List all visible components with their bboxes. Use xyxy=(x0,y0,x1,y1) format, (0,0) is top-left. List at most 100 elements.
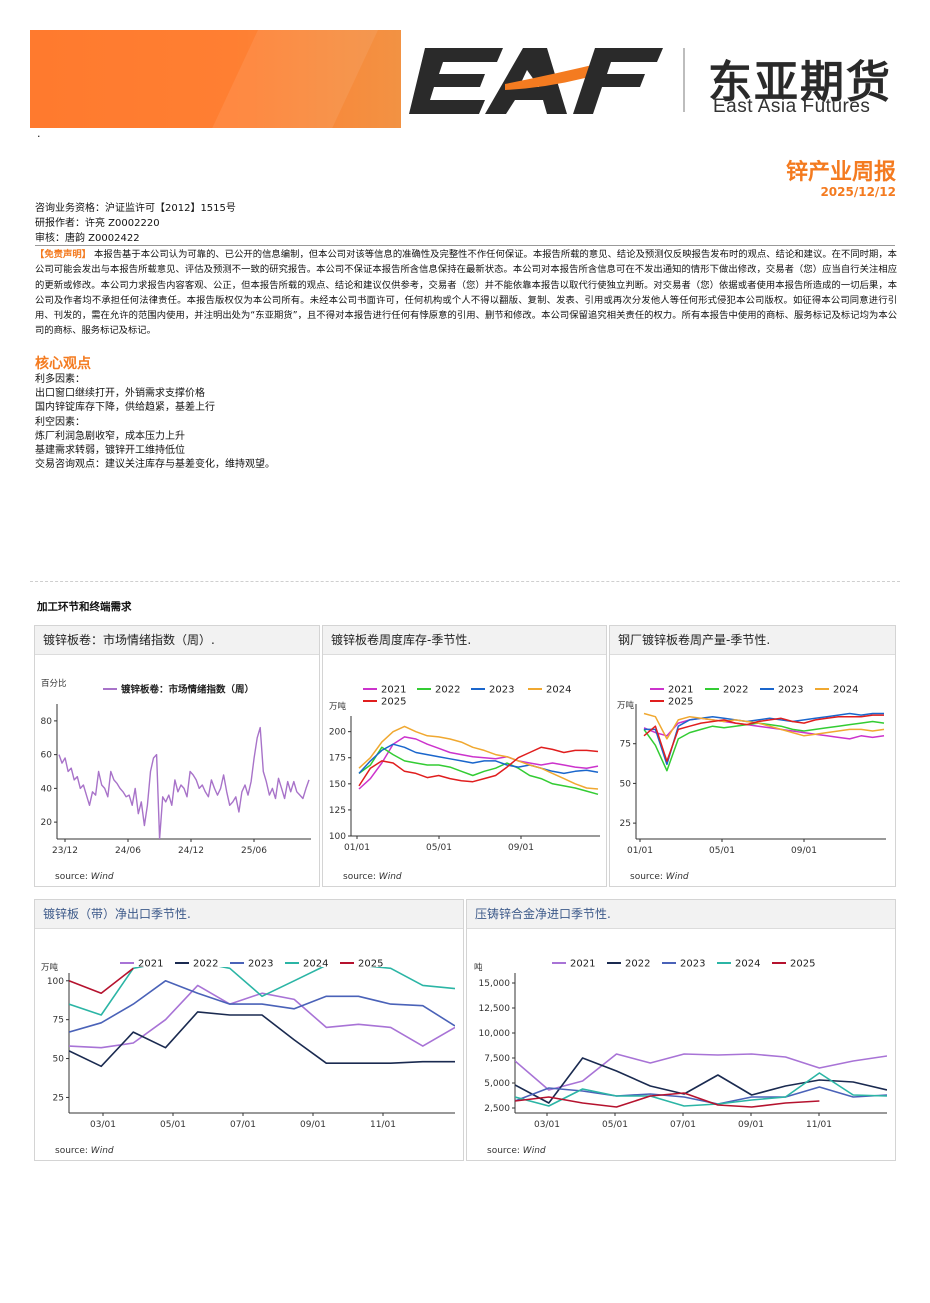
legend-label: 2022 xyxy=(625,959,650,970)
x-tick-label: 07/01 xyxy=(230,1120,256,1130)
disclaimer: 【免责声明】 本报告基于本公司认为可靠的、已公开的信息编制，但本公司对该等信息的… xyxy=(35,247,897,339)
y-tick-label: 5,000 xyxy=(484,1079,510,1089)
y-tick-label: 2,500 xyxy=(484,1104,510,1114)
legend-label: 2023 xyxy=(489,685,514,696)
x-tick-label: 05/01 xyxy=(602,1120,628,1130)
chart-panel-output: 钢厂镀锌板卷周产量-季节性. 25 50 75 01/01 05/01 09/01 万吨 20… xyxy=(609,625,896,887)
legend-label: 2025 xyxy=(790,959,815,970)
chart-source: source: Wind xyxy=(630,872,689,882)
x-tick-label: 09/01 xyxy=(300,1120,326,1130)
x-tick-label: 09/01 xyxy=(791,846,817,856)
core-view-line: 利空因素： xyxy=(35,416,85,428)
x-tick-label: 05/01 xyxy=(709,846,735,856)
eaf-logo xyxy=(409,48,663,114)
chart-panel-zinc-alloy-import: 压铸锌合金净进口季节性. 2,500 5,000 7,500 10,000 12,500… xyxy=(466,899,896,1161)
series-line xyxy=(69,967,134,994)
legend-label: 2024 xyxy=(833,685,858,696)
y-tick-label: 125 xyxy=(329,806,346,816)
chart-panel-sentiment: 镀锌板卷：市场情绪指数（周）. 20 40 60 80 23/12 24/06 24/12 2… xyxy=(34,625,320,887)
legend-label: 2023 xyxy=(778,685,803,696)
legend-label: 2022 xyxy=(435,685,460,696)
x-tick-label: 03/01 xyxy=(534,1120,560,1130)
legend-label: 2021 xyxy=(570,959,595,970)
sentiment-chart: 20 40 60 80 23/12 24/06 24/12 25/06 百分比镀锌板卷：市场情绪… xyxy=(41,678,311,856)
inventory-chart: 100 125 150 175 200 01/01 05/01 09/01 万吨 2021 2022… xyxy=(329,685,600,853)
x-tick-label: 24/06 xyxy=(115,846,141,856)
series-line xyxy=(58,726,310,839)
chart-title: 镀锌板卷周度库存-季节性. xyxy=(323,626,606,655)
chart-source: source: Wind xyxy=(487,1146,546,1156)
legend-label: 2023 xyxy=(248,959,273,970)
chart-source: source: Wind xyxy=(343,872,402,882)
x-tick-label: 01/01 xyxy=(344,843,370,853)
core-view-list: 利多因素： 出口窗口继续打开，外销需求支撑价格 国内锌锭库存下降，供给趋紧，基差… xyxy=(35,373,275,472)
chart-source: source: Wind xyxy=(55,1146,114,1156)
legend-label: 2021 xyxy=(668,685,693,696)
y-tick-label: 75 xyxy=(53,1016,64,1026)
x-tick-label: 09/01 xyxy=(738,1120,764,1130)
y-unit-label: 万吨 xyxy=(41,962,59,973)
y-tick-label: 150 xyxy=(329,780,346,790)
y-tick-label: 50 xyxy=(53,1055,65,1065)
core-view-line: 国内锌锭库存下降，供给趋紧，基差上行 xyxy=(35,402,215,414)
zinc-alloy-import-chart: 2,500 5,000 7,500 10,000 12,500 15,000 03/01 05… xyxy=(474,959,887,1130)
y-tick-label: 25 xyxy=(620,819,631,829)
disclaimer-text: 本报告基于本公司认为可靠的、已公开的信息编制，但本公司对该等信息的准确性及完整性… xyxy=(35,249,897,337)
core-view-line: 炼厂利润急剧收窄，成本压力上升 xyxy=(35,430,185,442)
x-tick-label: 05/01 xyxy=(426,843,452,853)
y-tick-label: 7,500 xyxy=(484,1054,510,1064)
disclaimer-label: 【免责声明】 xyxy=(35,249,92,260)
legend-label: 2024 xyxy=(735,959,760,970)
chart-panel-inventory: 镀锌板卷周度库存-季节性. 100 125 150 175 200 01/01 05/01 0… xyxy=(322,625,607,887)
y-unit-label: 百分比 xyxy=(41,678,67,689)
section-divider xyxy=(30,581,900,582)
y-tick-label: 50 xyxy=(620,779,632,789)
bullet-dot: · xyxy=(37,130,41,143)
report-date: 2025/12/12 xyxy=(820,185,896,199)
x-tick-label: 07/01 xyxy=(670,1120,696,1130)
core-view-line: 基建需求转弱，镀锌开工维持低位 xyxy=(35,445,185,457)
reviewer-line: 审核：唐韵 Z0002422 xyxy=(35,233,140,244)
report-title: 锌产业周报 xyxy=(785,160,896,185)
section-heading: 加工环节和终端需求 xyxy=(37,601,132,613)
x-tick-label: 03/01 xyxy=(90,1120,116,1130)
y-tick-label: 75 xyxy=(620,740,631,750)
x-tick-label: 23/12 xyxy=(52,846,78,856)
legend-label: 2022 xyxy=(723,685,748,696)
x-tick-label: 01/01 xyxy=(627,846,653,856)
core-view-line: 出口窗口继续打开，外销需求支撑价格 xyxy=(35,388,205,400)
series-line xyxy=(69,1011,455,1068)
y-tick-label: 12,500 xyxy=(479,1004,511,1014)
core-view-line: 交易咨询观点：建议关注库存与基差变化，维持观望。 xyxy=(35,459,275,471)
chart-title: 钢厂镀锌板卷周产量-季节性. xyxy=(610,626,895,655)
core-view-heading: 核心观点 xyxy=(35,356,91,372)
y-unit-label: 万吨 xyxy=(329,701,347,712)
legend-label: 2025 xyxy=(358,959,383,970)
series-line xyxy=(69,980,455,1033)
x-tick-label: 25/06 xyxy=(241,846,267,856)
core-view-line: 利多因素： xyxy=(35,374,85,385)
x-tick-label: 11/01 xyxy=(370,1120,396,1130)
legend-label: 2022 xyxy=(193,959,218,970)
y-tick-label: 20 xyxy=(41,818,53,828)
galv-export-chart: 25 50 75 100 03/01 05/01 07/01 09/01 11/01 万吨 2021… xyxy=(41,959,455,1130)
chart-title: 压铸锌合金净进口季节性. xyxy=(467,900,895,929)
brand-name-en: East Asia Futures xyxy=(713,96,871,117)
y-unit-label: 万吨 xyxy=(617,700,635,711)
output-chart: 25 50 75 01/01 05/01 09/01 万吨 2021 2022 2023 2024 2… xyxy=(617,685,886,856)
chart-title: 镀锌板（带）净出口季节性. xyxy=(35,900,463,929)
y-unit-label: 吨 xyxy=(474,962,483,973)
header-rule xyxy=(35,245,895,246)
series-line xyxy=(358,746,599,796)
x-tick-label: 11/01 xyxy=(806,1120,832,1130)
chart-panel-galv-export: 镀锌板（带）净出口季节性. 25 50 75 100 03/01 05/01 07/01 09… xyxy=(34,899,464,1161)
x-tick-label: 05/01 xyxy=(160,1120,186,1130)
y-tick-label: 100 xyxy=(329,832,346,842)
y-tick-label: 25 xyxy=(53,1093,64,1103)
header-banner xyxy=(30,30,401,128)
legend-label: 2021 xyxy=(138,959,163,970)
y-tick-label: 200 xyxy=(329,728,346,738)
chart-title: 镀锌板卷：市场情绪指数（周）. xyxy=(35,626,319,655)
legend-label: 2025 xyxy=(668,697,693,708)
author-line: 研报作者：许亮 Z0002220 xyxy=(35,218,160,229)
